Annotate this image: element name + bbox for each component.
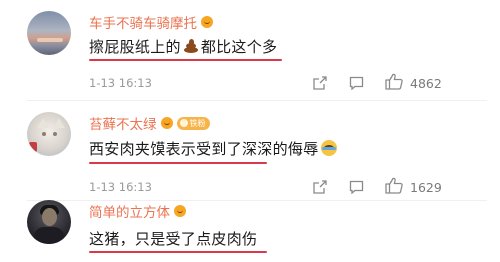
text-underline (89, 162, 267, 164)
comment-text-before: 擦屁股纸上的 (89, 38, 181, 56)
comment-item: 简单的立方体 这猪，只是受了点皮肉伤 (0, 200, 500, 262)
avatar-person-head (42, 208, 57, 226)
comment-item: 苔藓不太绿 铁粉 西安肉夹馍表示受到了深深的侮辱 1-13 16:13 1629 (0, 100, 500, 200)
badge-label: 铁粉 (189, 118, 206, 128)
avatar[interactable] (27, 11, 71, 55)
text-underline (89, 251, 267, 253)
comment-icon[interactable] (349, 180, 364, 194)
comment-text: 这猪，只是受了点皮肉伤 (89, 228, 257, 249)
like-count: 1629 (410, 180, 442, 195)
comment-time: 1-13 16:13 (89, 180, 152, 194)
share-icon[interactable] (313, 76, 327, 90)
username[interactable]: 车手不骑车骑摩托 (89, 12, 213, 32)
avatar[interactable] (27, 200, 71, 244)
comment-text: 西安肉夹馍表示受到了深深的侮辱 (89, 138, 337, 159)
fan-badge-icon (160, 117, 173, 129)
comment-icon[interactable] (349, 76, 364, 90)
username[interactable]: 苔藓不太绿 铁粉 (89, 113, 210, 133)
avatar[interactable] (27, 112, 71, 156)
avatar-sunset-decoration (37, 38, 63, 42)
like-icon[interactable] (385, 73, 403, 90)
comment-text: 擦屁股纸上的 都比这个多 (89, 36, 277, 57)
username-text: 车手不骑车骑摩托 (89, 16, 197, 32)
avatar-red-object (29, 142, 37, 152)
fan-badge-icon (201, 16, 213, 28)
username-text: 简单的立方体 (89, 205, 170, 221)
poop-emoji-icon (183, 39, 199, 53)
comment-item: 车手不骑车骑摩托 擦屁股纸上的 都比这个多 1-13 16:13 4862 (0, 0, 500, 100)
like-count: 4862 (410, 76, 442, 91)
comment-text-body: 西安肉夹馍表示受到了深深的侮辱 (89, 140, 319, 158)
avatar-cat-eye (53, 132, 57, 136)
like-icon[interactable] (385, 177, 403, 194)
crying-laughing-emoji-icon (320, 140, 337, 156)
comment-time: 1-13 16:13 (89, 76, 152, 90)
badge-dot-icon (179, 119, 188, 127)
share-icon[interactable] (313, 180, 327, 194)
avatar-cat-eye (42, 132, 46, 136)
fan-badge-icon (174, 205, 186, 217)
avatar-cat-ear (53, 118, 65, 128)
iron-fan-badge: 铁粉 (176, 116, 210, 130)
text-underline (89, 59, 282, 61)
username[interactable]: 简单的立方体 (89, 201, 186, 221)
avatar-person-body (34, 227, 64, 244)
username-text: 苔藓不太绿 (89, 117, 157, 133)
comment-text-after: 都比这个多 (200, 38, 278, 56)
avatar-cat-ear (37, 118, 49, 128)
comment-text-body: 这猪，只是受了点皮肉伤 (89, 230, 258, 248)
